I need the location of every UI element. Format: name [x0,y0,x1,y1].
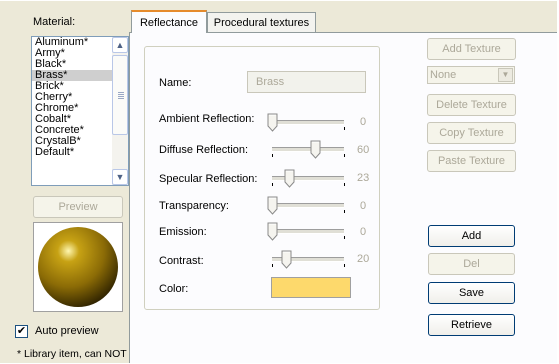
contrast-value: 20 [357,253,370,265]
add-button[interactable]: Add [428,225,515,247]
material-list-item[interactable]: Default* [32,147,112,158]
slider-tick [344,154,345,157]
name-field[interactable]: Brass [247,71,366,93]
grip-line [118,98,124,99]
transparency-value: 0 [360,200,367,212]
name-label: Name: [159,77,192,89]
delete-texture-button[interactable]: Delete Texture [427,94,516,116]
slider-thumb[interactable] [267,113,278,132]
chevron-down-icon[interactable]: ▼ [498,68,513,82]
slider-tick [344,236,345,239]
retrieve-button[interactable]: Retrieve [428,314,515,336]
paste-texture-button[interactable]: Paste Texture [427,150,516,172]
material-label: Material: [33,16,76,28]
transparency-label: Transparency: [159,200,229,212]
scroll-thumb[interactable] [112,55,128,135]
slider-tick [344,210,345,213]
copy-texture-button[interactable]: Copy Texture [427,122,516,144]
material-list-items: Aluminum* Army* Black* Brass* Brick* Cherry* C… [32,37,112,158]
emission-value: 0 [360,226,367,238]
slider-thumb[interactable] [281,250,292,269]
slider-track[interactable] [272,203,344,208]
del-button[interactable]: Del [428,253,515,275]
preview-frame [33,222,123,312]
specular-reflection-label: Specular Reflection: [159,173,258,185]
slider-tick [344,264,345,267]
preview-button[interactable]: Preview [33,196,123,218]
slider-track[interactable] [272,120,344,125]
texture-select[interactable]: None ▼ [427,66,515,84]
material-scrollbar[interactable]: ▲ ▼ [112,37,128,185]
slider-tick [344,127,345,130]
grip-line [118,94,124,95]
chevron-down-icon: ▼ [115,172,125,182]
slider-thumb[interactable] [267,196,278,215]
ambient-reflection-value: 0 [360,116,367,128]
slider-tick [272,264,273,267]
auto-preview-label: Auto preview [35,325,99,337]
texture-select-value: None [430,69,457,81]
diffuse-reflection-label: Diffuse Reflection: [159,144,249,156]
tab-reflectance[interactable]: Reflectance [131,10,207,33]
tab-procedural-textures[interactable]: Procedural textures [207,12,316,32]
diffuse-reflection-value: 60 [357,144,370,156]
ambient-reflection-label: Ambient Reflection: [159,113,255,125]
slider-tick [272,154,273,157]
slider-track[interactable] [272,147,344,152]
slider-thumb[interactable] [284,169,295,188]
save-button[interactable]: Save [428,282,515,304]
emission-label: Emission: [159,226,207,238]
grip-line [118,92,124,93]
slider-track[interactable] [272,229,344,234]
color-swatch[interactable] [271,277,351,298]
contrast-label: Contrast: [159,255,204,267]
color-label: Color: [159,283,189,295]
add-texture-button[interactable]: Add Texture [427,38,516,60]
scroll-down-button[interactable]: ▼ [112,169,128,185]
window-top-edge [0,0,559,1]
slider-tick [272,183,273,186]
chevron-up-icon: ▲ [115,40,125,50]
slider-thumb[interactable] [310,140,321,159]
material-listbox[interactable]: Aluminum* Army* Black* Brass* Brick* Cherry* C… [31,36,129,186]
material-sphere [38,227,118,307]
grip-line [118,96,124,97]
slider-tick [344,183,345,186]
auto-preview-checkbox[interactable]: ✔ [15,325,28,338]
specular-reflection-value: 23 [357,172,370,184]
scroll-up-button[interactable]: ▲ [112,37,128,53]
checkmark-icon: ✔ [16,325,27,337]
slider-thumb[interactable] [267,222,278,241]
